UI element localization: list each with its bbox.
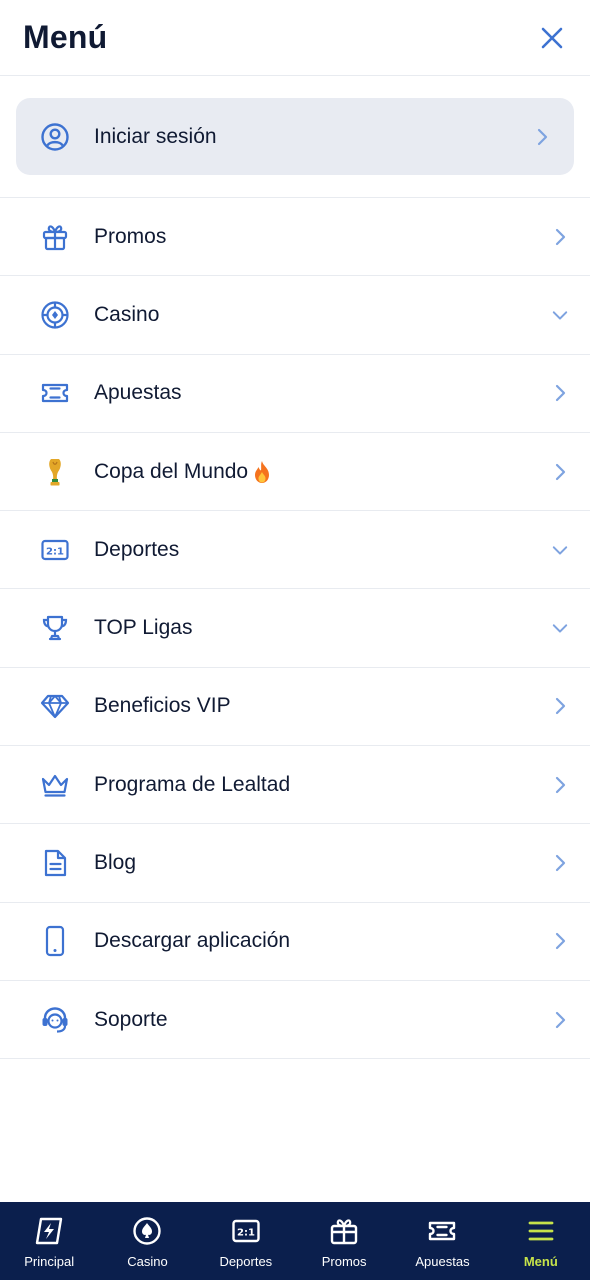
nav-label: Menú [523,1254,558,1269]
nav-promos[interactable]: Promos [295,1202,393,1280]
menu-item-label: Promos [94,224,167,248]
svg-text:2:1: 2:1 [46,546,64,557]
scoreboard-icon: 2:1 [39,534,71,566]
ticket-icon [39,377,71,409]
chevron-right-icon [552,385,568,402]
casino-chip-icon [131,1215,163,1247]
close-icon [541,27,563,48]
login-label: Iniciar sesión [94,124,217,148]
login-button[interactable]: Iniciar sesión [16,98,574,175]
nav-label: Casino [127,1254,168,1269]
nav-label: Deportes [219,1254,273,1269]
menu-item-programa-de-lealtad[interactable]: Programa de Lealtad [0,746,590,825]
hamburger-icon [525,1215,557,1247]
nav-label: Apuestas [415,1254,470,1269]
menu-item-label: TOP Ligas [94,616,193,640]
menu-item-descargar-aplicacion[interactable]: Descargar aplicación [0,903,590,981]
chevron-right-icon [552,228,568,245]
menu-item-label: Beneficios VIP [94,694,231,718]
page-title: Menú [23,19,108,55]
ticket-icon [426,1215,458,1247]
chevron-right-icon [552,854,568,872]
crown-icon [39,769,71,801]
menu-item-top-ligas[interactable]: TOP Ligas [0,589,590,668]
menu-item-label-text: Copa del Mundo [94,459,249,483]
chevron-right-icon [552,463,568,480]
nav-label: Promos [321,1254,367,1269]
nav-deportes[interactable]: 2:1 Deportes [197,1202,295,1280]
menu-item-label: Deportes [94,537,180,561]
nav-menu[interactable]: Menú [492,1202,590,1280]
menu-item-copa-del-mundo[interactable]: Copa del Mundo [0,433,590,512]
login-section: Iniciar sesión [0,76,590,198]
document-icon [39,847,71,879]
headset-icon [39,1004,71,1036]
lightning-icon [33,1215,65,1247]
chevron-down-icon [552,620,568,636]
casino-chip-icon [39,299,71,331]
chevron-right-icon [552,776,568,793]
gift-icon [328,1215,360,1247]
trophy-icon [39,612,71,644]
menu-item-label: Soporte [94,1007,168,1031]
chevron-right-icon [552,698,568,715]
nav-casino[interactable]: Casino [98,1202,196,1280]
scoreboard-icon: 2:1 [230,1215,262,1247]
nav-apuestas[interactable]: Apuestas [393,1202,491,1280]
chevron-right-icon [552,933,568,950]
menu-item-apuestas[interactable]: Apuestas [0,355,590,433]
fire-icon [252,460,272,484]
menu-item-label: Descargar aplicación [94,929,291,953]
menu-item-label: Copa del Mundo [94,460,552,484]
bottom-nav: Principal Casino 2:1 Deportes Promos Apu… [0,1202,590,1280]
chevron-down-icon [552,542,568,558]
menu-item-label: Casino [94,302,160,326]
close-button[interactable] [536,22,568,54]
phone-icon [39,925,71,957]
menu-header: Menú [0,0,590,76]
menu-item-blog[interactable]: Blog [0,824,590,903]
menu-item-beneficios-vip[interactable]: Beneficios VIP [0,668,590,747]
world-cup-trophy-icon [39,456,71,488]
user-icon [40,122,70,152]
menu-item-label: Blog [94,851,137,875]
menu-item-casino[interactable]: Casino [0,276,590,355]
nav-principal[interactable]: Principal [0,1202,98,1280]
menu-item-deportes[interactable]: 2:1 Deportes [0,511,590,590]
chevron-down-icon [552,307,568,323]
menu-item-promos[interactable]: Promos [0,198,590,277]
diamond-icon [39,690,71,722]
menu-item-label: Programa de Lealtad [94,772,291,796]
menu-list: Promos Casino Apuestas Copa del Mundo 2:… [0,198,590,1060]
nav-label: Principal [24,1254,75,1269]
chevron-right-icon [534,128,550,145]
svg-text:2:1: 2:1 [237,1228,255,1239]
gift-icon [39,221,71,253]
menu-item-soporte[interactable]: Soporte [0,981,590,1060]
chevron-right-icon [552,1011,568,1028]
menu-item-label: Apuestas [94,381,182,405]
